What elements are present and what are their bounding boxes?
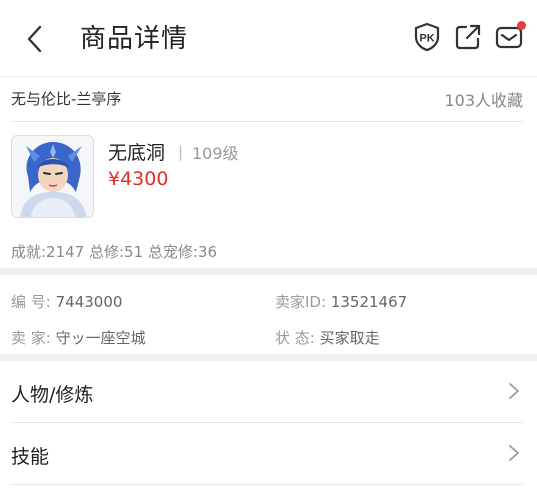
character-portrait-icon (12, 136, 93, 217)
svg-text:PK: PK (419, 33, 434, 45)
section-gap (0, 354, 537, 361)
divider (11, 484, 523, 485)
listing-name: 无与伦比-兰亭序 (11, 90, 122, 108)
status-field: 状 态: 买家取走 (275, 327, 380, 348)
status-label: 状 态: (275, 329, 315, 347)
section-gap (0, 268, 537, 275)
share-external-icon[interactable] (453, 22, 483, 52)
seller-id-value: 13521467 (330, 293, 408, 311)
name-level-separator: | (178, 143, 184, 161)
nav-row-label: 人物/修炼 (11, 384, 94, 406)
seller-value: 守ッ一座空城 (55, 329, 146, 347)
top-bar: 商品详情 PK (0, 0, 537, 77)
pk-shield-icon[interactable]: PK (412, 22, 442, 52)
item-stats: 成就:2147 总修:51 总宠修:36 (11, 243, 218, 261)
nav-row-label: 技能 (11, 446, 50, 468)
nav-row-skills[interactable]: 技能 (0, 423, 537, 484)
seller-label: 卖 家: (11, 329, 51, 347)
chevron-right-icon (509, 445, 519, 461)
character-avatar[interactable] (11, 135, 94, 218)
serial-label: 编 号: (11, 293, 51, 311)
page-title: 商品详情 (80, 24, 189, 54)
seller-field: 卖 家: 守ッ一座空城 (11, 327, 146, 348)
favorites-count[interactable]: 103人收藏 (444, 87, 523, 111)
serial-field: 编 号: 7443000 (11, 291, 122, 312)
back-chevron-icon[interactable] (20, 22, 50, 56)
serial-value: 7443000 (55, 293, 123, 311)
nav-row-character-cultivation[interactable]: 人物/修炼 (0, 361, 537, 422)
notification-dot (517, 21, 526, 30)
item-price: ¥4300 (108, 168, 169, 190)
item-name: 无底洞 (108, 142, 166, 164)
divider (11, 121, 523, 122)
chevron-right-icon (509, 383, 519, 399)
listing-row: 无与伦比-兰亭序 103人收藏 (0, 78, 537, 121)
seller-id-field: 卖家ID: 13521467 (275, 291, 407, 312)
item-level: 109级 (192, 144, 239, 163)
seller-id-label: 卖家ID: (275, 293, 327, 311)
status-value: 买家取走 (319, 329, 380, 347)
